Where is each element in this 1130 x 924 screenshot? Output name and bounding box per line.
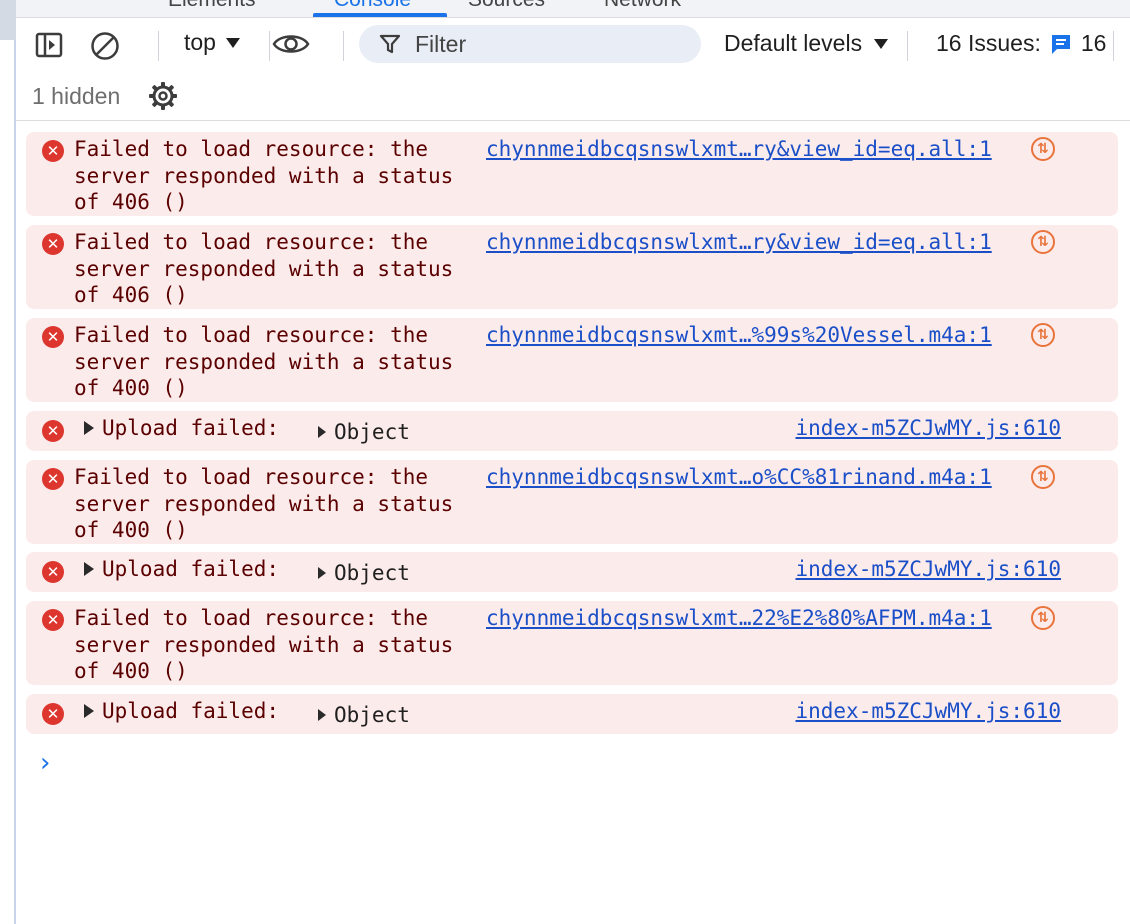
context-label: top: [184, 29, 216, 55]
toolbar-divider: [343, 31, 344, 61]
dropdown-arrow-icon: [225, 37, 240, 48]
toggle-sidebar-button[interactable]: [34, 30, 64, 60]
source-link[interactable]: chynnmeidbcqsnswlxmt…o%CC%81rinand.m4a:1: [486, 464, 992, 490]
expand-triangle-icon: [318, 567, 326, 579]
error-text: Failed to load resource: the server resp…: [74, 606, 454, 683]
error-text: Failed to load resource: the server resp…: [74, 323, 454, 400]
window-left-edge: [0, 0, 16, 924]
console-error-message[interactable]: ✕ Upload failed: Object index-m5ZCJwMY.j…: [26, 552, 1118, 592]
console-prompt[interactable]: ›: [40, 748, 50, 778]
error-icon: ✕: [42, 703, 64, 725]
source-link[interactable]: chynnmeidbcqsnswlxmt…ry&view_id=eq.all:1: [486, 136, 992, 162]
object-expander[interactable]: Object: [318, 419, 410, 445]
toolbar-divider: [907, 31, 908, 61]
console-settings-button[interactable]: [147, 80, 179, 112]
error-icon: ✕: [42, 420, 64, 442]
toolbar-divider: [158, 31, 159, 61]
block-icon: [91, 32, 119, 60]
expand-triangle-icon: [84, 421, 94, 435]
filter-input[interactable]: [413, 29, 687, 59]
error-icon: ✕: [42, 609, 64, 631]
error-text: Failed to load resource: the server resp…: [74, 230, 454, 307]
console-error-message[interactable]: ✕ Failed to load resource: the server re…: [26, 318, 1118, 402]
issues-message-icon: [1051, 34, 1070, 54]
object-expander[interactable]: Object: [318, 560, 410, 586]
toolbar-divider: [1113, 31, 1114, 61]
error-icon: ✕: [42, 326, 64, 348]
console-error-message[interactable]: ✕ Upload failed: Object index-m5ZCJwMY.j…: [26, 694, 1118, 734]
console-error-message[interactable]: ✕ Failed to load resource: the server re…: [26, 601, 1118, 685]
error-text: Failed to load resource: the server resp…: [74, 465, 454, 542]
issues-label: 16 Issues:: [936, 30, 1041, 56]
log-levels-label: Default levels: [724, 30, 863, 56]
expand-triangle-icon: [84, 704, 94, 718]
expand-message-toggle[interactable]: Upload failed:: [84, 556, 279, 582]
console-error-message[interactable]: ✕ Failed to load resource: the server re…: [26, 225, 1118, 309]
clear-console-button[interactable]: [89, 30, 121, 62]
source-link[interactable]: index-m5ZCJwMY.js:610: [795, 556, 1061, 582]
error-icon: ✕: [42, 140, 64, 162]
network-request-icon[interactable]: ⇅: [1031, 137, 1055, 161]
error-text: Failed to load resource: the server resp…: [74, 137, 454, 214]
context-selector[interactable]: top: [184, 29, 240, 56]
active-tab-indicator: [313, 13, 447, 17]
object-expander[interactable]: Object: [318, 702, 410, 728]
error-icon: ✕: [42, 468, 64, 490]
network-request-icon[interactable]: ⇅: [1031, 323, 1055, 347]
network-request-icon[interactable]: ⇅: [1031, 230, 1055, 254]
devtools-tabstrip: Elements Console Sources Network: [16, 0, 1130, 18]
console-error-message[interactable]: ✕ Upload failed: Object index-m5ZCJwMY.j…: [26, 411, 1118, 451]
log-levels-dropdown[interactable]: Default levels: [724, 30, 889, 57]
error-icon: ✕: [42, 233, 64, 255]
tab-elements[interactable]: Elements: [168, 0, 256, 12]
source-link[interactable]: index-m5ZCJwMY.js:610: [795, 415, 1061, 441]
source-link[interactable]: chynnmeidbcqsnswlxmt…ry&view_id=eq.all:1: [486, 229, 992, 255]
dropdown-arrow-icon: [874, 38, 889, 49]
console-toolbar: top Default levels 16 Issues: 16: [16, 18, 1130, 70]
tab-sources[interactable]: Sources: [468, 0, 545, 12]
error-text: Upload failed:: [102, 416, 280, 440]
object-label: Object: [334, 703, 410, 727]
expand-triangle-icon: [84, 562, 94, 576]
console-error-message[interactable]: ✕ Failed to load resource: the server re…: [26, 132, 1118, 216]
console-error-message[interactable]: ✕ Failed to load resource: the server re…: [26, 460, 1118, 544]
object-label: Object: [334, 561, 410, 585]
console-output: ✕ Failed to load resource: the server re…: [16, 121, 1130, 924]
chevron-right-icon: ›: [40, 748, 51, 778]
error-text: Upload failed:: [102, 699, 280, 723]
filter-icon: [379, 34, 401, 54]
sidebar-icon: [35, 32, 63, 58]
gear-icon: [149, 82, 177, 110]
network-request-icon[interactable]: ⇅: [1031, 465, 1055, 489]
panel-border: [0, 40, 16, 924]
expand-triangle-icon: [318, 426, 326, 438]
object-label: Object: [334, 420, 410, 444]
toolbar-divider: [269, 31, 270, 61]
error-icon: ✕: [42, 561, 64, 583]
hidden-count: 1 hidden: [32, 83, 121, 109]
live-expression-button[interactable]: [272, 29, 310, 59]
source-link[interactable]: chynnmeidbcqsnswlxmt…%99s%20Vessel.m4a:1: [486, 322, 992, 348]
expand-message-toggle[interactable]: Upload failed:: [84, 415, 279, 441]
tab-console[interactable]: Console: [334, 0, 411, 12]
expand-message-toggle[interactable]: Upload failed:: [84, 698, 279, 724]
error-text: Upload failed:: [102, 557, 280, 581]
issues-count: 16: [1080, 30, 1107, 56]
expand-triangle-icon: [318, 709, 326, 721]
filter-box[interactable]: [359, 25, 701, 63]
network-request-icon[interactable]: ⇅: [1031, 606, 1055, 630]
tab-network[interactable]: Network: [604, 0, 681, 12]
source-link[interactable]: chynnmeidbcqsnswlxmt…22%E2%80%AFPM.m4a:1: [486, 605, 992, 631]
console-status-bar: 1 hidden: [16, 70, 1130, 121]
source-link[interactable]: index-m5ZCJwMY.js:610: [795, 698, 1061, 724]
eye-icon: [272, 35, 310, 53]
issues-button[interactable]: 16 Issues: 16: [936, 30, 1106, 57]
